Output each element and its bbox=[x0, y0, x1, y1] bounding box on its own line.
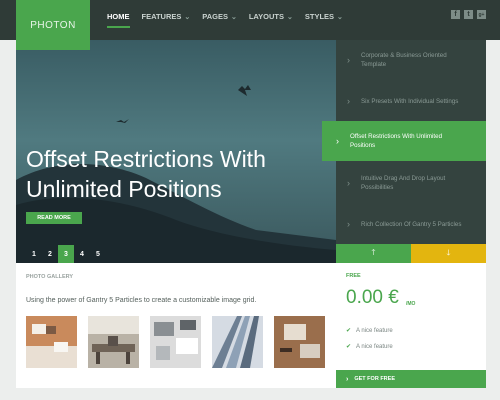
gallery-description: Using the power of Gantry 5 Particles to… bbox=[26, 297, 257, 304]
arrow-up-icon: 🡑 bbox=[371, 247, 376, 257]
plan-feature: ✔ A nice feature bbox=[346, 343, 393, 351]
gallery-thumbnail[interactable] bbox=[212, 316, 263, 368]
nav-styles-label: STYLES bbox=[304, 12, 335, 21]
feature-item-label: Six Presets With Individual Settings bbox=[361, 97, 459, 105]
hero-title-line-2: Unlimited Positions bbox=[26, 176, 222, 202]
feature-item-label: Offset Restrictions With Unlimited Posit… bbox=[350, 133, 443, 149]
nav-home-label: HOME bbox=[107, 12, 130, 21]
plan-feature-label: A nice feature bbox=[356, 343, 393, 350]
gallery-thumbnail[interactable] bbox=[88, 316, 139, 368]
site-logo[interactable]: PHOTON bbox=[16, 0, 90, 50]
feature-item-label: Rich Collection Of Gantry 5 Particles bbox=[361, 220, 462, 228]
nav-layouts[interactable]: LAYOUTS ⌄ bbox=[249, 12, 293, 21]
hero-title: Offset Restrictions With Unlimited Posit… bbox=[26, 144, 326, 204]
plan-feature: ✔ A nice feature bbox=[346, 327, 393, 335]
chevron-right-icon: › bbox=[347, 219, 350, 229]
facebook-icon[interactable]: f bbox=[451, 10, 460, 19]
feature-item-label: Corporate & Business Oriented Template bbox=[361, 52, 447, 68]
hero-slider: Offset Restrictions With Unlimited Posit… bbox=[16, 40, 336, 263]
slide-page-2[interactable]: 2 bbox=[42, 245, 58, 263]
chevron-right-icon: › bbox=[346, 375, 349, 383]
feature-item[interactable]: › Six Presets With Individual Settings bbox=[336, 81, 486, 121]
nav-home[interactable]: HOME bbox=[107, 12, 130, 28]
plan-name: FREE bbox=[346, 273, 361, 279]
check-icon: ✔ bbox=[346, 344, 352, 350]
chevron-right-icon: › bbox=[347, 55, 350, 65]
chevron-right-icon: › bbox=[347, 96, 350, 106]
plan-feature-label: A nice feature bbox=[356, 327, 393, 334]
chevron-right-icon: › bbox=[347, 178, 350, 188]
gallery-thumbnail[interactable] bbox=[26, 316, 77, 368]
social-links: f t g+ bbox=[451, 10, 486, 19]
plan-period: /MO bbox=[406, 301, 416, 307]
feature-up-button[interactable]: 🡑 bbox=[336, 244, 411, 263]
slide-page-5[interactable]: 5 bbox=[90, 245, 106, 263]
chevron-down-icon: ⌄ bbox=[286, 13, 293, 21]
get-for-free-button[interactable]: › GET FOR FREE bbox=[336, 370, 486, 388]
chevron-down-icon: ⌄ bbox=[337, 13, 343, 21]
slide-page-3[interactable]: 3 bbox=[58, 245, 74, 263]
nav-pages[interactable]: PAGES ⌄ bbox=[202, 12, 237, 21]
feature-item[interactable]: › Intuitive Drag And Drop Layout Possibi… bbox=[336, 163, 486, 203]
slide-page-1[interactable]: 1 bbox=[26, 245, 42, 263]
chevron-down-icon: ⌄ bbox=[184, 13, 191, 21]
nav-features[interactable]: FEATURES ⌄ bbox=[142, 12, 191, 21]
slide-pager: 1 2 3 4 5 bbox=[26, 245, 106, 263]
twitter-icon[interactable]: t bbox=[464, 10, 473, 19]
nav-layouts-label: LAYOUTS bbox=[248, 12, 284, 21]
google-plus-icon[interactable]: g+ bbox=[477, 10, 486, 19]
nav-styles[interactable]: STYLES ⌄ bbox=[305, 12, 343, 21]
get-for-free-label: GET FOR FREE bbox=[354, 376, 395, 382]
gallery-thumbnail[interactable] bbox=[274, 316, 325, 368]
feature-item[interactable]: › Corporate & Business Oriented Template bbox=[336, 40, 486, 80]
plan-price: 0.00 € bbox=[346, 287, 399, 308]
nav-features-label: FEATURES bbox=[141, 12, 182, 21]
feature-down-button[interactable]: 🡓 bbox=[411, 244, 486, 263]
gallery-thumbnail[interactable] bbox=[150, 316, 201, 368]
slide-page-4[interactable]: 4 bbox=[74, 245, 90, 263]
nav-pages-label: PAGES bbox=[202, 12, 228, 21]
check-icon: ✔ bbox=[346, 328, 352, 334]
gallery-heading: PHOTO GALLERY bbox=[26, 274, 74, 280]
feature-list: › Corporate & Business Oriented Template… bbox=[322, 40, 486, 244]
feature-item-label: Intuitive Drag And Drop Layout Possibili… bbox=[361, 175, 446, 191]
photo-gallery: PHOTO GALLERY Using the power of Gantry … bbox=[16, 263, 336, 388]
feature-item[interactable]: › Rich Collection Of Gantry 5 Particles bbox=[336, 204, 486, 244]
chevron-right-icon: › bbox=[336, 136, 339, 146]
hero-title-line-1: Offset Restrictions With bbox=[26, 146, 266, 172]
chevron-down-icon: ⌄ bbox=[230, 13, 237, 21]
main-nav: HOME FEATURES ⌄ PAGES ⌄ LAYOUTS ⌄ STYLES ⌄ bbox=[107, 12, 355, 28]
arrow-down-icon: 🡓 bbox=[446, 247, 451, 257]
feature-item-active[interactable]: › Offset Restrictions With Unlimited Pos… bbox=[322, 121, 486, 161]
read-more-button[interactable]: READ MORE bbox=[26, 212, 82, 224]
